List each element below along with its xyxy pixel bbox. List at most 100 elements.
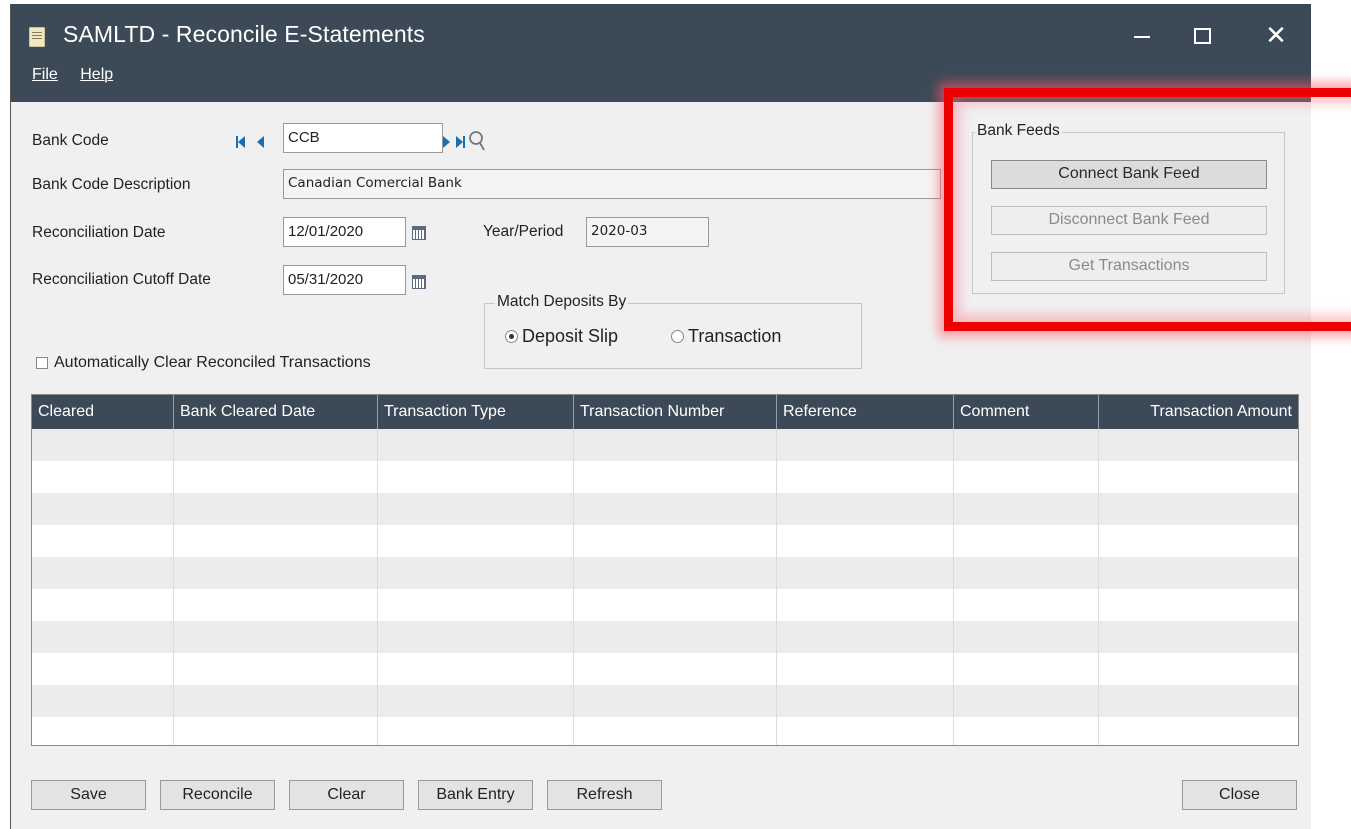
table-cell[interactable] — [1099, 653, 1298, 685]
table-cell[interactable] — [954, 685, 1099, 717]
table-cell[interactable] — [32, 429, 174, 461]
radio-deposit-slip[interactable]: Deposit Slip — [505, 326, 618, 347]
table-cell[interactable] — [1099, 429, 1298, 461]
table-cell[interactable] — [954, 589, 1099, 621]
table-cell[interactable] — [378, 653, 574, 685]
save-button[interactable]: Save — [31, 780, 146, 810]
col-header-transaction-type[interactable]: Transaction Type — [378, 395, 574, 429]
bank-code-input[interactable]: CCB — [283, 123, 443, 153]
table-cell[interactable] — [777, 589, 954, 621]
table-cell[interactable] — [777, 525, 954, 557]
table-cell[interactable] — [954, 621, 1099, 653]
table-cell[interactable] — [32, 461, 174, 493]
table-cell[interactable] — [574, 621, 777, 653]
search-icon[interactable] — [468, 129, 486, 153]
table-cell[interactable] — [32, 557, 174, 589]
table-cell[interactable] — [378, 429, 574, 461]
menu-help[interactable]: Help — [80, 66, 113, 83]
table-cell[interactable] — [777, 685, 954, 717]
table-cell[interactable] — [32, 493, 174, 525]
table-cell[interactable] — [378, 525, 574, 557]
table-cell[interactable] — [574, 589, 777, 621]
menu-file[interactable]: File — [32, 66, 58, 83]
col-header-transaction-amount[interactable]: Transaction Amount — [1099, 395, 1298, 429]
table-cell[interactable] — [378, 589, 574, 621]
next-record-button[interactable] — [443, 135, 450, 151]
table-cell[interactable] — [954, 653, 1099, 685]
col-header-comment[interactable]: Comment — [954, 395, 1099, 429]
table-cell[interactable] — [954, 461, 1099, 493]
table-cell[interactable] — [1099, 493, 1298, 525]
transactions-grid[interactable]: Cleared Bank Cleared Date Transaction Ty… — [31, 394, 1299, 746]
table-cell[interactable] — [174, 525, 378, 557]
table-row[interactable] — [32, 717, 1298, 745]
refresh-button[interactable]: Refresh — [547, 780, 662, 810]
table-cell[interactable] — [378, 557, 574, 589]
table-row[interactable] — [32, 525, 1298, 557]
table-cell[interactable] — [574, 557, 777, 589]
table-cell[interactable] — [1099, 589, 1298, 621]
table-cell[interactable] — [954, 557, 1099, 589]
table-cell[interactable] — [1099, 461, 1298, 493]
table-cell[interactable] — [174, 589, 378, 621]
previous-record-button[interactable] — [257, 135, 264, 151]
connect-bank-feed-button[interactable]: Connect Bank Feed — [991, 160, 1267, 189]
table-cell[interactable] — [32, 685, 174, 717]
table-cell[interactable] — [32, 653, 174, 685]
col-header-reference[interactable]: Reference — [777, 395, 954, 429]
table-cell[interactable] — [174, 621, 378, 653]
table-cell[interactable] — [32, 717, 174, 745]
bank-entry-button[interactable]: Bank Entry — [418, 780, 533, 810]
first-record-button[interactable] — [236, 135, 245, 151]
table-cell[interactable] — [378, 717, 574, 745]
table-cell[interactable] — [378, 461, 574, 493]
table-cell[interactable] — [777, 557, 954, 589]
reconciliation-date-calendar-icon[interactable] — [412, 226, 426, 240]
table-cell[interactable] — [777, 653, 954, 685]
radio-transaction[interactable]: Transaction — [671, 326, 781, 347]
table-cell[interactable] — [32, 589, 174, 621]
table-row[interactable] — [32, 653, 1298, 685]
table-cell[interactable] — [174, 493, 378, 525]
table-cell[interactable] — [174, 653, 378, 685]
col-header-transaction-number[interactable]: Transaction Number — [574, 395, 777, 429]
cutoff-date-input[interactable]: 05/31/2020 — [283, 265, 406, 295]
table-row[interactable] — [32, 461, 1298, 493]
table-cell[interactable] — [1099, 717, 1298, 745]
table-cell[interactable] — [378, 685, 574, 717]
col-header-cleared[interactable]: Cleared — [32, 395, 174, 429]
table-row[interactable] — [32, 621, 1298, 653]
table-cell[interactable] — [378, 493, 574, 525]
table-row[interactable] — [32, 685, 1298, 717]
table-cell[interactable] — [777, 429, 954, 461]
table-cell[interactable] — [174, 685, 378, 717]
table-cell[interactable] — [954, 493, 1099, 525]
table-cell[interactable] — [174, 717, 378, 745]
close-window-button[interactable]: ✕ — [1256, 18, 1296, 52]
disconnect-bank-feed-button[interactable]: Disconnect Bank Feed — [991, 206, 1267, 235]
reconciliation-date-input[interactable]: 12/01/2020 — [283, 217, 406, 247]
table-cell[interactable] — [777, 621, 954, 653]
reconcile-button[interactable]: Reconcile — [160, 780, 275, 810]
table-cell[interactable] — [174, 557, 378, 589]
table-cell[interactable] — [174, 461, 378, 493]
table-row[interactable] — [32, 493, 1298, 525]
clear-button[interactable]: Clear — [289, 780, 404, 810]
get-transactions-button[interactable]: Get Transactions — [991, 252, 1267, 281]
last-record-button[interactable] — [456, 135, 465, 151]
cutoff-date-calendar-icon[interactable] — [412, 275, 426, 289]
col-header-bank-cleared-date[interactable]: Bank Cleared Date — [174, 395, 378, 429]
maximize-button[interactable] — [1181, 18, 1221, 52]
table-cell[interactable] — [574, 685, 777, 717]
table-cell[interactable] — [954, 717, 1099, 745]
table-cell[interactable] — [574, 653, 777, 685]
table-cell[interactable] — [32, 621, 174, 653]
table-cell[interactable] — [1099, 557, 1298, 589]
table-row[interactable] — [32, 557, 1298, 589]
table-cell[interactable] — [777, 493, 954, 525]
table-cell[interactable] — [1099, 621, 1298, 653]
minimize-button[interactable] — [1121, 18, 1161, 52]
table-row[interactable] — [32, 589, 1298, 621]
table-cell[interactable] — [954, 429, 1099, 461]
table-cell[interactable] — [574, 429, 777, 461]
